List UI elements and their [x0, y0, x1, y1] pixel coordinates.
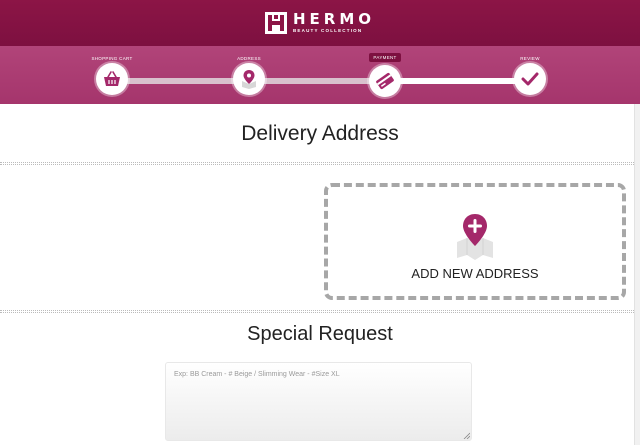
logo-text: HERMO BEAUTY COLLECTION — [293, 12, 375, 34]
step-label-active: PAYMENT — [369, 53, 401, 62]
basket-icon — [104, 71, 120, 86]
resize-grip-icon[interactable] — [463, 432, 470, 439]
add-new-address-label: ADD NEW ADDRESS — [411, 266, 539, 281]
step-circle — [233, 63, 265, 95]
step-label: REVIEW — [520, 56, 540, 61]
add-new-address-button[interactable]: ADD NEW ADDRESS — [324, 183, 626, 300]
credit-card-icon — [376, 72, 394, 90]
hermo-logo[interactable]: HERMO BEAUTY COLLECTION — [264, 12, 375, 34]
map-pin-icon — [242, 70, 256, 89]
step-circle — [369, 65, 401, 97]
delivery-address-title: Delivery Address — [241, 122, 399, 145]
checkout-progress: SHOPPING CART ADDRESS PAYMENT REVIEW — [0, 46, 640, 104]
brand-tagline: BEAUTY COLLECTION — [292, 28, 363, 34]
section-divider — [0, 162, 640, 165]
brand-name: HERMO — [292, 10, 376, 29]
step-circle — [96, 63, 128, 95]
site-header: HERMO BEAUTY COLLECTION — [0, 0, 640, 46]
step-label: SHOPPING CART — [91, 56, 133, 61]
step-label: ADDRESS — [237, 56, 261, 61]
add-location-icon — [457, 214, 493, 260]
step-circle — [514, 63, 546, 95]
special-request-input[interactable] — [165, 362, 472, 441]
step-review[interactable]: REVIEW — [490, 46, 570, 95]
step-payment[interactable]: PAYMENT — [345, 46, 425, 97]
special-request-title: Special Request — [247, 323, 393, 345]
hermo-logo-mark-icon — [264, 12, 287, 34]
section-divider — [0, 310, 640, 313]
page-scrollbar-edge[interactable] — [634, 104, 640, 445]
step-shopping-cart[interactable]: SHOPPING CART — [72, 46, 152, 95]
step-address[interactable]: ADDRESS — [209, 46, 289, 95]
checkmark-icon — [521, 72, 539, 86]
